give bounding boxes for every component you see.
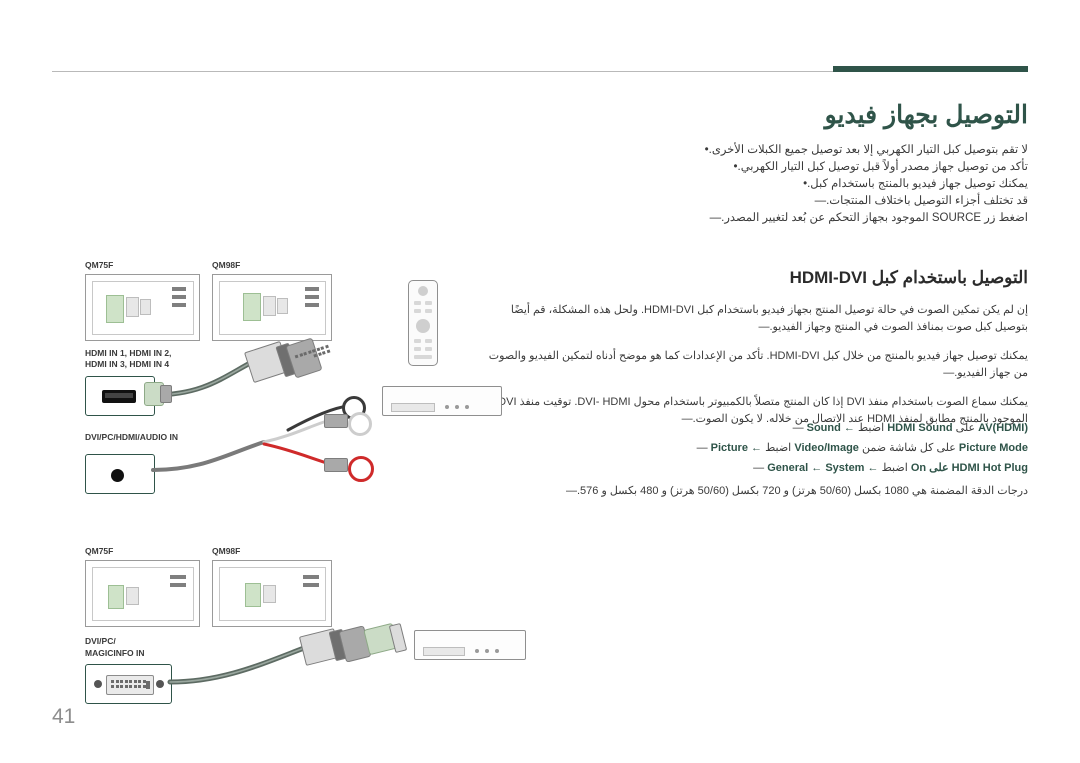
header-accent-bar (833, 66, 1028, 72)
menu-row-2-bold1: Picture (710, 442, 748, 454)
player-disc-slot-top (391, 403, 435, 412)
bullet-glyph-2: • (733, 161, 738, 173)
menu-row-1-arrow: ← (843, 422, 855, 434)
player-indicator-5 (485, 649, 489, 653)
remote-key-4[interactable] (425, 309, 432, 313)
remote-key-8[interactable] (425, 347, 432, 351)
menu-row-3-arrow: ← (811, 462, 823, 474)
dash-glyph-7: ― (696, 442, 708, 454)
remote-dpad[interactable] (416, 319, 430, 333)
dash-glyph-6: ― (792, 422, 804, 434)
body-paragraph-1: إن لم يكن تمكين الصوت في حالة توصيل المن… (488, 302, 1028, 336)
menu-row-1-prefix: اضبط (857, 422, 885, 434)
menu-row-1-bold1: Sound (806, 422, 841, 434)
player-indicator-3 (465, 405, 469, 409)
intro-bullet-2-text: تأكد من توصيل جهاز مصدر أولاً قبل توصيل … (737, 161, 1028, 173)
menu-row-1-suffix: على (955, 422, 976, 434)
video-player-device-top (382, 386, 502, 416)
intro-notes: لا تقم بتوصيل كبل التيار الكهربي إلا بعد… (108, 142, 1028, 227)
menu-setting-row-2: Picture Mode على كل شاشة ضمن Video/Image… (488, 438, 1028, 458)
menu-row-2-suffix: على كل شاشة ضمن (861, 442, 956, 454)
player-disc-slot-bottom (423, 647, 465, 656)
menu-setting-list: AV(HDMI) على HDMI Sound اضبط ← Sound ― P… (488, 418, 1028, 478)
menu-row-1-tail: AV(HDMI) (978, 422, 1028, 434)
remote-key-2[interactable] (425, 301, 432, 305)
intro-bullet-3-text: يمكنك توصيل جهاز فيديو بالمنتج باستخدام … (807, 178, 1028, 190)
rca-plug-red (348, 456, 374, 482)
menu-setting-row-1: AV(HDMI) على HDMI Sound اضبط ← Sound ― (488, 418, 1028, 438)
intro-bullet-2: تأكد من توصيل جهاز مصدر أولاً قبل توصيل … (108, 159, 1029, 176)
intro-bullet-1: لا تقم بتوصيل كبل التيار الكهربي إلا بعد… (108, 142, 1028, 159)
remote-key-6[interactable] (425, 339, 432, 343)
resolution-note: درجات الدقة المضمنة هي 1080 بكسل (50/60 … (488, 484, 1028, 497)
bullet-glyph-3: • (803, 178, 808, 190)
menu-row-2-bold2: Video/Image (794, 442, 859, 454)
menu-row-1-bold2: HDMI Sound (887, 422, 953, 434)
menu-row-3-bold2: General (767, 462, 809, 474)
bullet-glyph-1: • (704, 144, 709, 156)
menu-row-3-prefix: اضبط (881, 462, 908, 474)
resolution-note-text: درجات الدقة المضمنة هي 1080 بكسل (50/60 … (576, 485, 1028, 497)
body-paragraph-2: يمكنك توصيل جهاز فيديو بالمنتج من خلال ك… (488, 348, 1028, 382)
intro-dash-2: اضغط زر SOURCE الموجود بجهاز التحكم عن ب… (108, 210, 1028, 227)
section-title: التوصيل باستخدام كبل HDMI-DVI (789, 268, 1028, 287)
illustration-area: QM75F QM98F HDMI IN 1, HDMI IN 2, HDMI I… (52, 258, 526, 728)
menu-row-2-prefix: اضبط (765, 442, 792, 454)
menu-setting-row-3: HDMI Hot Plug على On اضبط ← General ← Sy… (488, 458, 1028, 478)
player-indicator-4 (475, 649, 479, 653)
dash-glyph-2: ― (709, 212, 722, 224)
remote-key-7[interactable] (414, 347, 421, 351)
dvi-cable-path (167, 645, 307, 685)
intro-dash-1: قد تختلف أجزاء التوصيل باختلاف المنتجات.… (108, 193, 1028, 210)
remote-key-3[interactable] (414, 309, 421, 313)
audio-cable-white (262, 418, 332, 444)
player-indicator-6 (495, 649, 499, 653)
page-title: التوصيل بجهاز فيديو (824, 101, 1028, 129)
intro-bullet-1-text: لا تقم بتوصيل كبل التيار الكهربي إلا بعد… (708, 144, 1028, 156)
remote-control (408, 280, 438, 366)
audio-cable-trunk (151, 440, 266, 472)
intro-dash-1-text: قد تختلف أجزاء التوصيل باختلاف المنتجات. (826, 195, 1028, 207)
audio-cable-red (262, 442, 332, 466)
menu-row-2-tail: Picture Mode (958, 442, 1028, 454)
rca-plug-white (348, 412, 372, 436)
player-indicator-2 (455, 405, 459, 409)
menu-row-2-arrow: ← (751, 442, 763, 454)
remote-power-button[interactable] (418, 286, 428, 296)
dash-glyph-8: ― (753, 462, 765, 474)
menu-row-3-suffix: ← (867, 462, 879, 474)
player-indicator-1 (445, 405, 449, 409)
remote-key-9[interactable] (414, 355, 432, 359)
rca-barrel-red (324, 458, 348, 472)
dash-glyph-4: ― (943, 367, 955, 379)
video-player-device-bottom (414, 630, 526, 660)
hdmi-plug-shell (160, 385, 172, 403)
dash-glyph-1: ― (814, 195, 827, 207)
menu-row-3-tail: HDMI Hot Plug على On (910, 462, 1028, 474)
remote-key-1[interactable] (414, 301, 421, 305)
menu-row-3-bold1: System (825, 462, 865, 474)
rca-barrel-white (324, 414, 348, 428)
intro-dash-2-text: اضغط زر SOURCE الموجود بجهاز التحكم عن ب… (721, 212, 1028, 224)
dash-glyph-9: ― (565, 485, 577, 497)
intro-bullet-3: يمكنك توصيل جهاز فيديو بالمنتج باستخدام … (108, 176, 1028, 193)
remote-key-5[interactable] (414, 339, 421, 343)
